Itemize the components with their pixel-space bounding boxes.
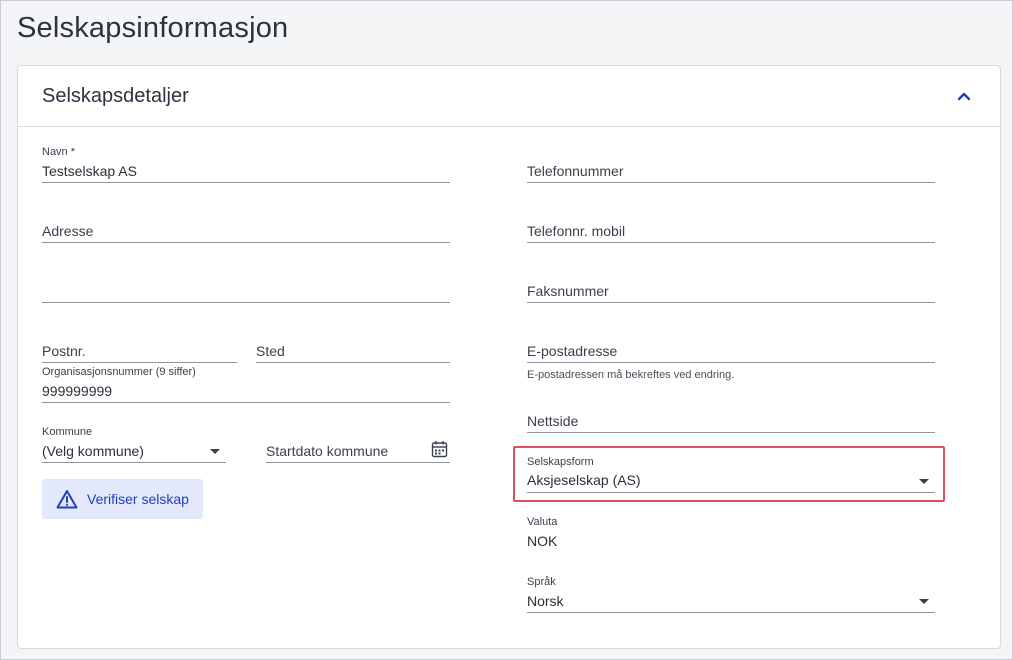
nettside-underline [527,432,935,433]
valuta-label: Valuta [527,516,558,528]
epost-field[interactable]: E-postadresse [527,326,935,363]
sted-field[interactable]: Sted [256,326,450,363]
nettside-placeholder: Nettside [527,413,579,429]
epost-underline [527,362,935,363]
sted-underline [256,362,450,363]
startdato-underline [266,462,450,463]
chevron-down-icon[interactable] [919,479,929,484]
chevron-up-icon[interactable] [952,84,976,108]
mobil-underline [527,242,935,243]
calendar-icon[interactable] [431,440,448,463]
epost-helper-text: E-postadressen må bekreftes ved endring. [527,369,935,383]
page-title: Selskapsinformasjon [17,12,289,44]
card-title: Selskapsdetaljer [42,85,189,107]
selskapsform-value: Aksjeselskap (AS) [527,472,641,488]
epost-helper: E-postadressen må bekreftes ved endring. [527,369,735,381]
kommune-select[interactable]: Kommune (Velg kommune) [42,426,226,463]
valuta-value: NOK [527,533,558,549]
telefon-placeholder: Telefonnummer [527,163,624,179]
nettside-field[interactable]: Nettside [527,396,935,433]
faks-placeholder: Faksnummer [527,283,609,299]
selskapsform-underline [527,492,935,493]
adresse-field[interactable]: Adresse [42,206,450,243]
orgnr-label: Organisasjonsnummer (9 siffer) [42,366,196,378]
chevron-down-icon[interactable] [210,449,220,454]
valuta-field: Valuta NOK [527,516,935,553]
navn-value: Testselskap AS [42,163,137,179]
telefon-underline [527,182,935,183]
warning-triangle-icon [56,489,78,509]
sprak-label: Språk [527,576,556,588]
sted-placeholder: Sted [256,343,285,359]
mobil-field[interactable]: Telefonnr. mobil [527,206,935,243]
kommune-underline [42,462,226,463]
adresse2-underline [42,302,450,303]
adresse2-field[interactable] [42,266,450,303]
orgnr-value: 999999999 [42,383,113,399]
sprak-select[interactable]: Språk Norsk [527,576,935,613]
mobil-placeholder: Telefonnr. mobil [527,223,626,239]
startdato-placeholder: Startdato kommune [266,443,389,459]
kommune-value: (Velg kommune) [42,443,144,459]
verify-button-label: Verifiser selskap [87,491,189,507]
navn-label: Navn * [42,146,76,158]
selskapsform-label: Selskapsform [527,456,594,468]
faks-field[interactable]: Faksnummer [527,266,935,303]
postnr-field[interactable]: Postnr. [42,326,237,363]
kommune-label: Kommune [42,426,93,438]
orgnr-underline [42,402,450,403]
postnr-placeholder: Postnr. [42,343,86,359]
navn-field[interactable]: Navn * Testselskap AS [42,146,450,183]
faks-underline [527,302,935,303]
postnr-underline [42,362,237,363]
telefon-field[interactable]: Telefonnummer [527,146,935,183]
verify-company-button[interactable]: Verifiser selskap [42,479,203,519]
startdato-field[interactable]: Startdato kommune [266,426,450,463]
epost-placeholder: E-postadresse [527,343,618,359]
selskapsform-select[interactable]: Selskapsform Aksjeselskap (AS) [527,456,935,493]
navn-underline [42,182,450,183]
card-header[interactable]: Selskapsdetaljer [18,66,1000,127]
sprak-underline [527,612,935,613]
adresse-underline [42,242,450,243]
adresse-placeholder: Adresse [42,223,94,239]
chevron-down-icon[interactable] [919,599,929,604]
sprak-value: Norsk [527,593,564,609]
orgnr-field[interactable]: Organisasjonsnummer (9 siffer) 999999999 [42,366,450,403]
